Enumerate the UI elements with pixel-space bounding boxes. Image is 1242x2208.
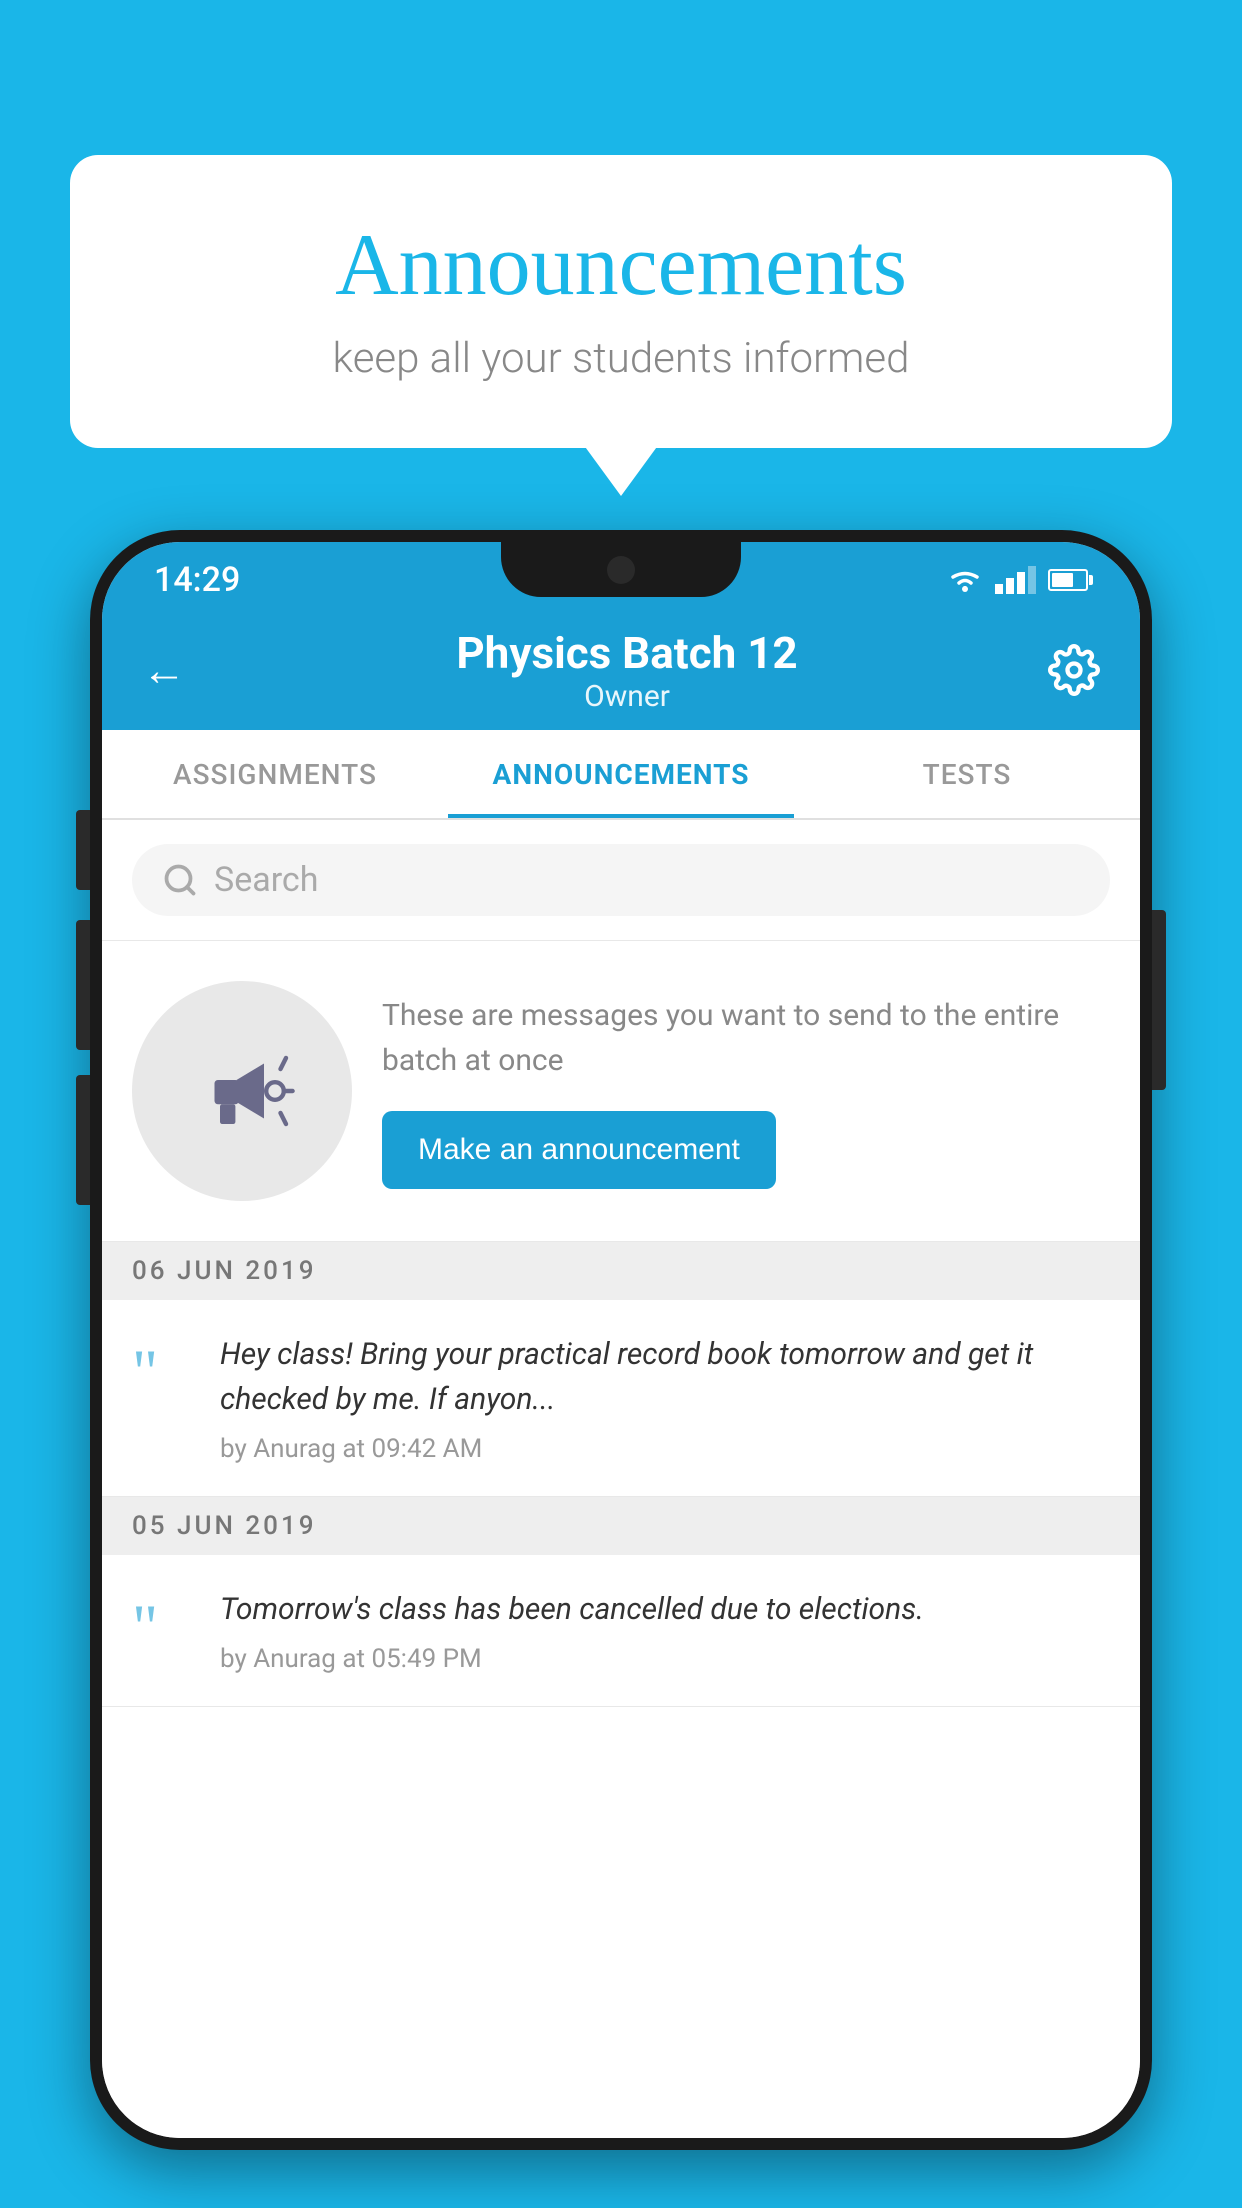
search-placeholder: Search bbox=[214, 860, 318, 900]
phone-screen: 14:29 bbox=[102, 542, 1140, 2138]
announcement-meta-1: by Anurag at 09:42 AM bbox=[220, 1434, 1110, 1464]
announcement-item-1[interactable]: " Hey class! Bring your practical record… bbox=[102, 1300, 1140, 1497]
status-icons bbox=[947, 566, 1088, 594]
signal-bars bbox=[995, 566, 1036, 594]
make-announcement-button[interactable]: Make an announcement bbox=[382, 1111, 776, 1189]
settings-icon[interactable] bbox=[1048, 644, 1100, 696]
app-bar-title: Physics Batch 12 bbox=[206, 627, 1048, 679]
search-icon bbox=[162, 862, 198, 898]
tabs-bar: ASSIGNMENTS ANNOUNCEMENTS TESTS bbox=[102, 730, 1140, 820]
tab-announcements[interactable]: ANNOUNCEMENTS bbox=[448, 730, 794, 818]
volume-up-button bbox=[76, 920, 90, 1050]
side-button-right bbox=[1152, 910, 1166, 1090]
back-button[interactable]: ← bbox=[142, 644, 186, 696]
battery-icon bbox=[1048, 569, 1088, 591]
date-separator-1: 06 JUN 2019 bbox=[102, 1242, 1140, 1300]
signal-bar-2 bbox=[1006, 578, 1014, 594]
signal-bar-4 bbox=[1028, 566, 1036, 594]
announcement-content-1: Hey class! Bring your practical record b… bbox=[220, 1332, 1110, 1464]
tab-tests[interactable]: TESTS bbox=[794, 730, 1140, 818]
quote-icon-2: " bbox=[132, 1595, 192, 1659]
search-container: Search bbox=[102, 820, 1140, 941]
promo-text: These are messages you want to send to t… bbox=[382, 993, 1110, 1083]
announcement-meta-2: by Anurag at 05:49 PM bbox=[220, 1644, 1110, 1674]
announcement-item-2[interactable]: " Tomorrow's class has been cancelled du… bbox=[102, 1555, 1140, 1707]
promo-card: These are messages you want to send to t… bbox=[102, 941, 1140, 1242]
phone-frame: 14:29 bbox=[90, 530, 1152, 2208]
signal-bar-3 bbox=[1017, 572, 1025, 594]
wifi-icon bbox=[947, 566, 983, 594]
quote-icon-1: " bbox=[132, 1340, 192, 1404]
bubble-title: Announcements bbox=[150, 215, 1092, 316]
signal-bar-1 bbox=[995, 584, 1003, 594]
speech-bubble-container: Announcements keep all your students inf… bbox=[70, 155, 1172, 448]
app-bar: ← Physics Batch 12 Owner bbox=[102, 610, 1140, 730]
speech-bubble: Announcements keep all your students inf… bbox=[70, 155, 1172, 448]
announcement-text-1: Hey class! Bring your practical record b… bbox=[220, 1332, 1110, 1422]
status-time: 14:29 bbox=[154, 560, 240, 600]
announcement-text-2: Tomorrow's class has been cancelled due … bbox=[220, 1587, 1110, 1632]
search-box[interactable]: Search bbox=[132, 844, 1110, 916]
power-button bbox=[76, 810, 90, 890]
promo-content: These are messages you want to send to t… bbox=[382, 993, 1110, 1189]
phone-notch bbox=[501, 542, 741, 597]
promo-icon-circle bbox=[132, 981, 352, 1201]
volume-down-button bbox=[76, 1075, 90, 1205]
tab-assignments[interactable]: ASSIGNMENTS bbox=[102, 730, 448, 818]
date-separator-2: 05 JUN 2019 bbox=[102, 1497, 1140, 1555]
battery-fill bbox=[1052, 573, 1073, 587]
announcement-content-2: Tomorrow's class has been cancelled due … bbox=[220, 1587, 1110, 1674]
screen-content: Search bbox=[102, 820, 1140, 2138]
front-camera bbox=[607, 556, 635, 584]
app-bar-subtitle: Owner bbox=[206, 679, 1048, 714]
megaphone-icon bbox=[187, 1036, 297, 1146]
bubble-subtitle: keep all your students informed bbox=[150, 334, 1092, 383]
phone-body: 14:29 bbox=[90, 530, 1152, 2150]
app-bar-title-area: Physics Batch 12 Owner bbox=[206, 627, 1048, 714]
